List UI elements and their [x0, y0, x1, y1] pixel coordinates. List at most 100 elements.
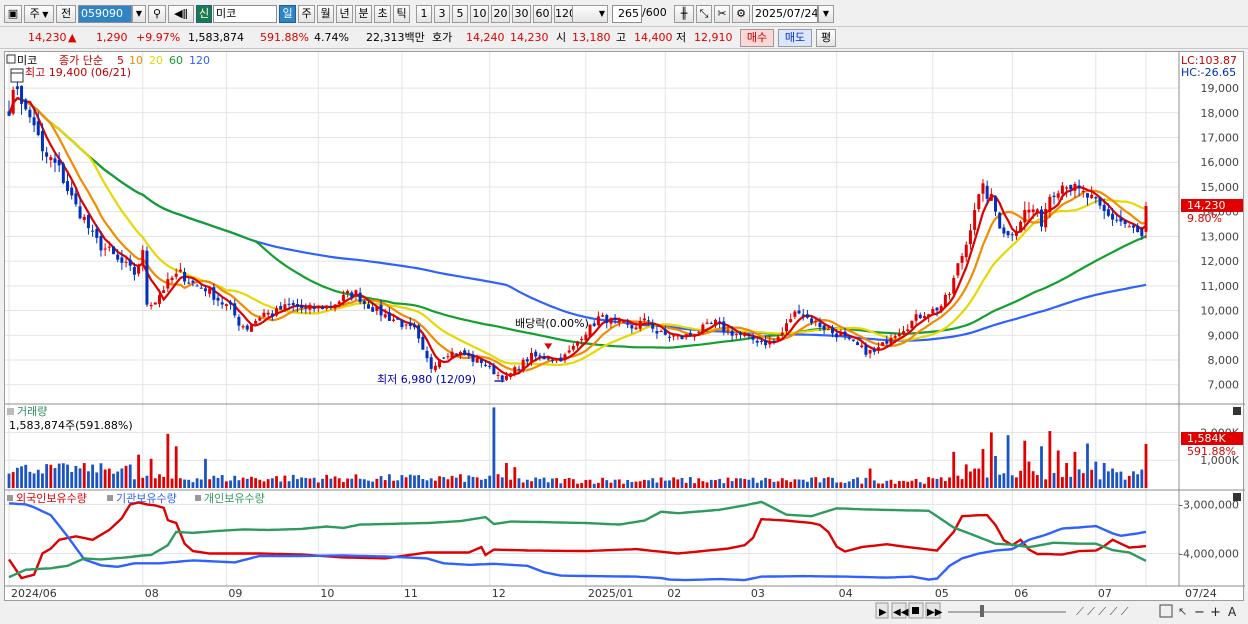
candle-body — [914, 314, 918, 321]
candle-body — [617, 320, 621, 322]
candle-body — [442, 357, 446, 359]
candle-body — [960, 256, 964, 263]
layout-icon[interactable]: ▣ — [4, 5, 22, 23]
volume-bar — [325, 474, 329, 488]
candle-icon[interactable]: ╫ — [674, 5, 694, 23]
candle-body — [538, 355, 542, 357]
candle-body — [759, 340, 763, 342]
volume-bar — [95, 472, 99, 488]
volume-bar — [82, 463, 86, 488]
drawing-tools-icons[interactable]: ⟋ ⟋ ⟋ ⟋ ⟋ — [1076, 605, 1129, 618]
text-size-icon[interactable]: A — [1228, 605, 1237, 619]
period-button[interactable]: 주 ▼ — [24, 5, 54, 23]
candle-body — [78, 206, 82, 219]
candle-body — [676, 335, 680, 337]
candle-body — [885, 340, 889, 344]
close-icon[interactable] — [1233, 493, 1241, 501]
minute-option[interactable]: 20 — [491, 5, 510, 23]
chart-area[interactable]: 7,000 8,000 9,000 10,000 11,000 12,000 13,000 1… — [4, 51, 1245, 602]
count-input[interactable]: 265 — [612, 5, 642, 23]
pointer-icon[interactable]: ↖ — [1178, 605, 1187, 618]
zoom-slider-handle[interactable] — [980, 605, 984, 617]
volume-bar — [57, 463, 61, 488]
volume-bar — [254, 478, 258, 488]
low-label: 저 — [676, 31, 687, 44]
unit-dropdown[interactable]: ▼ — [572, 5, 608, 23]
minute-option[interactable]: 30 — [512, 5, 531, 23]
code-dropdown-icon[interactable]: ▼ — [132, 5, 146, 23]
candle-body — [484, 364, 488, 366]
draw-icon[interactable]: ⤡ — [696, 5, 712, 23]
average-button[interactable]: 평 — [816, 29, 836, 47]
chart-type-tab[interactable]: 월 — [317, 5, 334, 23]
volume-bar — [722, 483, 726, 488]
volume-bar — [822, 478, 826, 488]
shin-button[interactable]: 신 — [196, 5, 212, 23]
candle-body — [693, 334, 697, 337]
zoom-out-icon[interactable]: − — [1194, 605, 1205, 620]
prev-button[interactable]: 전 — [56, 5, 76, 23]
chart-type-tab[interactable]: 년 — [336, 5, 353, 23]
date-input[interactable]: 2025/07/24 — [752, 5, 818, 23]
volume-bar — [1015, 477, 1018, 488]
minute-option[interactable]: 10 — [470, 5, 489, 23]
tool-icon[interactable]: ✂ — [714, 5, 730, 23]
chart-type-tab[interactable]: 일 — [279, 5, 296, 23]
candle-body — [341, 294, 345, 301]
sound-icon[interactable]: ◀ǁ — [168, 5, 194, 23]
scroll-controls-svg[interactable]: ▶ ◀◀ ▶▶ ⟋ ⟋ ⟋ ⟋ ⟋ ↖ − + A — [0, 601, 1248, 621]
candle-body — [613, 317, 617, 320]
minute-option[interactable]: 5 — [452, 5, 468, 23]
chart-type-tab[interactable]: 초 — [374, 5, 391, 23]
image-icon[interactable] — [1159, 604, 1173, 618]
code-input[interactable]: 059090 — [78, 5, 132, 23]
candle-body — [99, 236, 103, 251]
volume-bar — [375, 478, 379, 488]
name-input[interactable]: 미코 — [213, 5, 277, 23]
minute-option[interactable]: 3 — [434, 5, 450, 23]
legend-box-icon[interactable] — [6, 54, 16, 64]
volume-bar — [1065, 462, 1068, 488]
volume-bar — [918, 482, 922, 488]
candle-body — [346, 290, 350, 294]
volume-bar — [768, 478, 772, 488]
chart-type-tab[interactable]: 틱 — [393, 5, 410, 23]
scroll-bar[interactable]: ▶ ◀◀ ▶▶ ⟋ ⟋ ⟋ ⟋ ⟋ ↖ − + A — [0, 601, 1248, 621]
volume-panel-icon[interactable] — [7, 408, 14, 415]
candle-body — [663, 329, 667, 335]
buy-button[interactable]: 매수 — [740, 29, 774, 47]
candle-body — [722, 321, 726, 332]
chart-type-tab[interactable]: 분 — [355, 5, 372, 23]
volume-bar — [906, 481, 910, 488]
minute-option[interactable]: 60 — [533, 5, 552, 23]
candle-body — [1085, 193, 1089, 198]
candle-body — [500, 375, 504, 380]
search-icon[interactable]: ⚲ — [148, 5, 166, 23]
candle-body — [814, 321, 818, 323]
candle-body — [822, 325, 826, 330]
volume-bar — [266, 479, 270, 488]
candle-body — [471, 354, 475, 362]
volume-bar — [630, 481, 634, 488]
candle-body — [333, 304, 337, 309]
volume-bar — [835, 482, 839, 488]
chart-svg[interactable]: 7,000 8,000 9,000 10,000 11,000 12,000 13,000 1… — [5, 52, 1245, 602]
candle-body — [847, 337, 851, 339]
gear-icon[interactable]: ⚙ — [732, 5, 750, 23]
volume-bar — [99, 463, 103, 488]
candle-body — [517, 368, 521, 370]
volume-bar — [680, 477, 684, 488]
candle-body — [634, 327, 638, 330]
sell-button[interactable]: 매도 — [778, 29, 812, 47]
calendar-dropdown-icon[interactable]: ▼ — [818, 5, 834, 23]
volume-bar — [948, 477, 951, 488]
chart-type-tab[interactable]: 주 — [298, 5, 315, 23]
volume-bar — [279, 481, 283, 488]
close-icon[interactable] — [1233, 407, 1241, 415]
minute-option[interactable]: 1 — [416, 5, 432, 23]
volume-bar — [860, 483, 864, 488]
volume-bar — [642, 479, 646, 488]
calendar-icon[interactable] — [10, 68, 24, 83]
zoom-in-icon[interactable]: + — [1210, 605, 1221, 620]
volume-bars — [7, 407, 1148, 488]
